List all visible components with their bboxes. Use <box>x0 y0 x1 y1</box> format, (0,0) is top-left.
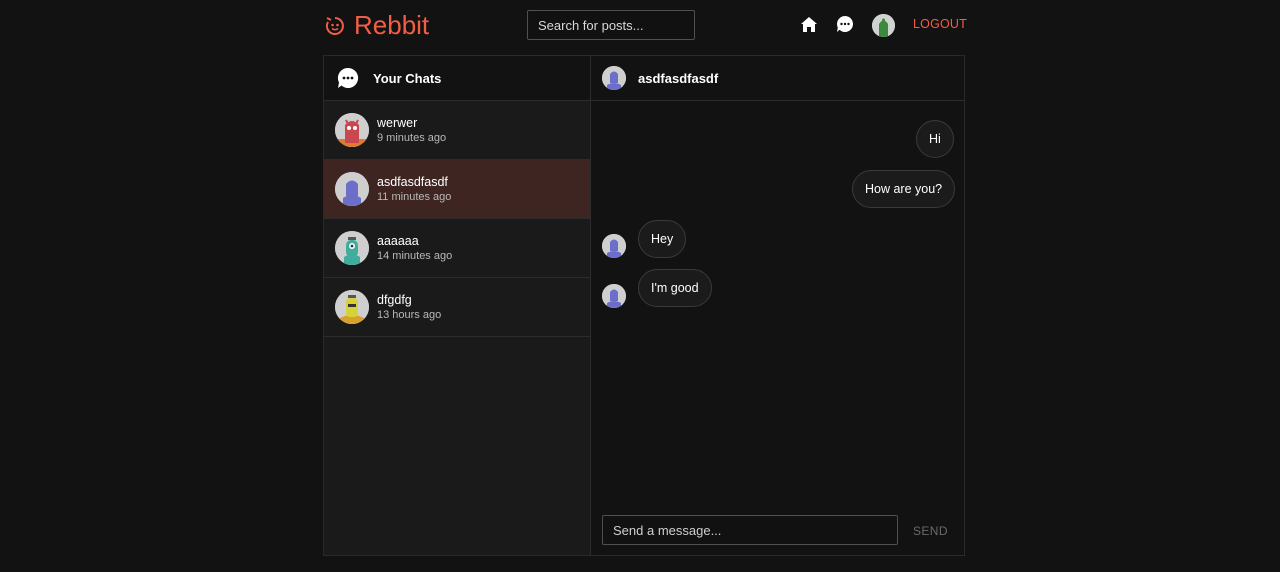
contact-avatar <box>602 66 626 90</box>
chat-list-item[interactable]: dfgdfg 13 hours ago <box>324 278 590 337</box>
chat-sidebar: Your Chats werwer 9 minutes ago asdfasdf… <box>324 56 591 555</box>
contact-name: werwer <box>377 116 418 130</box>
chat-list-item[interactable]: aaaaaa 14 minutes ago <box>324 219 590 278</box>
chat-timestamp: 9 minutes ago <box>377 132 447 144</box>
message-input[interactable] <box>602 515 898 545</box>
message-bubble-sent: Hi <box>916 120 954 158</box>
chat-timestamp: 14 minutes ago <box>377 250 453 262</box>
contact-avatar <box>335 231 369 265</box>
contact-avatar <box>335 172 369 206</box>
chat-list-item[interactable]: werwer 9 minutes ago <box>324 101 590 160</box>
chat-panel: Your Chats werwer 9 minutes ago asdfasdf… <box>323 55 965 556</box>
chat-icon[interactable] <box>835 14 855 34</box>
send-button[interactable]: SEND <box>913 524 948 538</box>
chat-bubble-icon <box>337 67 359 88</box>
logo[interactable]: Rebbit <box>324 10 429 41</box>
contact-name: aaaaaa <box>377 234 419 248</box>
sidebar-header: Your Chats <box>324 56 590 101</box>
conversation-contact-name: asdfasdfasdf <box>638 70 719 86</box>
user-avatar[interactable] <box>872 14 895 37</box>
contact-name: dfgdfg <box>377 293 412 307</box>
home-icon[interactable] <box>799 14 819 34</box>
contact-name: asdfasdfasdf <box>377 175 448 189</box>
sender-avatar <box>602 234 626 258</box>
sidebar-title: Your Chats <box>373 70 442 86</box>
logo-icon <box>325 16 344 35</box>
contact-avatar <box>335 113 369 147</box>
sender-avatar <box>602 284 626 308</box>
message-bubble-sent: How are you? <box>852 170 956 208</box>
chat-timestamp: 11 minutes ago <box>377 191 452 203</box>
contact-avatar <box>335 290 369 324</box>
search-input[interactable] <box>527 10 695 40</box>
message-bubble-received: I'm good <box>638 269 712 307</box>
logout-button[interactable]: LOGOUT <box>913 17 967 31</box>
chat-list-item-active[interactable]: asdfasdfasdf 11 minutes ago <box>324 160 590 219</box>
message-bubble-received: Hey <box>638 220 687 258</box>
chat-timestamp: 13 hours ago <box>377 309 442 321</box>
conversation-header: asdfasdfasdf <box>591 56 964 101</box>
logo-text: Rebbit <box>354 10 430 40</box>
top-navbar: Rebbit LOGOUT <box>0 0 1280 50</box>
conversation-pane: asdfasdfasdf Hi How are you? Hey I'm goo… <box>591 56 964 555</box>
